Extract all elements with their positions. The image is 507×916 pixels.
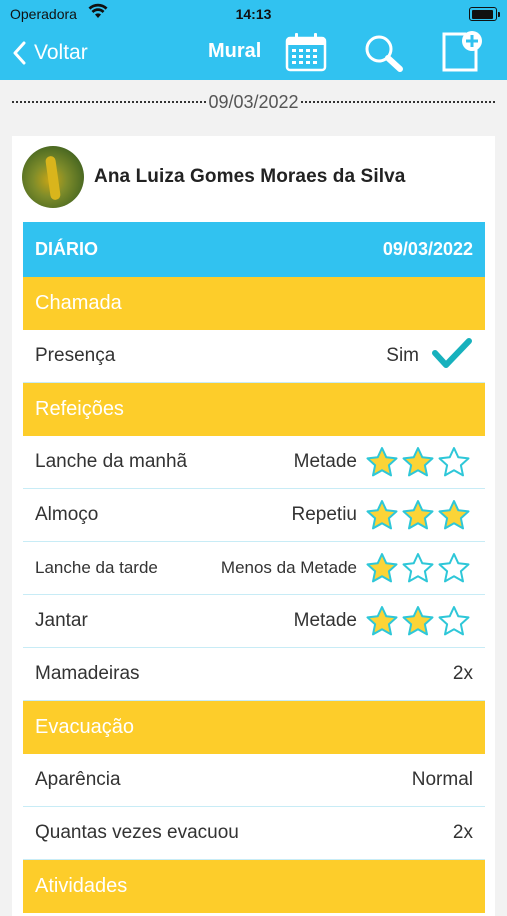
row-value: Repetiu <box>291 504 358 525</box>
rating-stars <box>365 499 473 531</box>
star-empty-icon <box>438 553 470 583</box>
star-filled-icon <box>366 500 398 530</box>
star-empty-icon <box>438 606 470 636</box>
section-label: Refeições <box>35 398 124 420</box>
star-empty-icon <box>438 447 470 477</box>
diary-title: DIÁRIO <box>35 239 98 259</box>
checkmark-icon <box>431 336 473 376</box>
section-evacuacao: Evacuação <box>23 701 485 754</box>
rating-stars <box>365 552 473 584</box>
calendar-icon[interactable] <box>284 32 328 77</box>
row-value: 2x <box>452 663 473 684</box>
status-time: 14:13 <box>235 6 272 22</box>
date-separator: 09/03/2022 <box>12 90 495 114</box>
row-value: Normal <box>411 769 473 790</box>
row-presenca: Presença Sim <box>23 330 485 383</box>
top-bar: Operadora 14:13 Voltar Mural <box>0 0 507 80</box>
battery-icon <box>469 7 500 21</box>
divider <box>300 101 495 103</box>
row-meal: Lanche da manhã Metade <box>23 436 485 489</box>
date-separator-label: 09/03/2022 <box>208 91 299 112</box>
author-name: Ana Luiza Gomes Moraes da Silva <box>94 166 406 187</box>
rating-stars <box>365 605 473 637</box>
diary-header: DIÁRIO 09/03/2022 <box>23 222 485 277</box>
section-atividades: Atividades <box>23 860 485 913</box>
row-meal: Lanche da tarde Menos da Metade <box>23 542 485 595</box>
row-label: Lanche da tarde <box>35 558 158 577</box>
section-chamada: Chamada <box>23 277 485 330</box>
section-label: Atividades <box>35 875 128 897</box>
star-filled-icon <box>402 500 434 530</box>
star-filled-icon <box>402 447 434 477</box>
section-refeicoes: Refeições <box>23 383 485 436</box>
divider <box>12 101 207 103</box>
back-label: Voltar <box>34 41 88 64</box>
new-post-icon[interactable] <box>440 30 486 79</box>
row-value: Metade <box>293 610 357 631</box>
star-filled-icon <box>438 500 470 530</box>
row-evacuou: Quantas vezes evacuou 2x <box>23 807 485 860</box>
back-button[interactable]: Voltar <box>12 36 88 70</box>
row-label: Jantar <box>35 610 88 631</box>
row-mamadeiras: Mamadeiras 2x <box>23 648 485 701</box>
row-meal: Almoço Repetiu <box>23 489 485 542</box>
search-icon[interactable] <box>362 33 406 78</box>
row-label: Quantas vezes evacuou <box>35 822 239 843</box>
row-label: Almoço <box>35 504 99 525</box>
row-label: Presença <box>35 345 116 366</box>
row-value: Metade <box>293 451 357 472</box>
row-value: Sim <box>386 345 419 366</box>
star-filled-icon <box>402 606 434 636</box>
chevron-left-icon <box>13 41 26 65</box>
row-meal: Jantar Metade <box>23 595 485 648</box>
page-title: Mural <box>208 40 262 62</box>
rating-stars <box>365 446 473 478</box>
avatar[interactable] <box>22 146 84 208</box>
star-filled-icon <box>366 553 398 583</box>
row-aparencia: Aparência Normal <box>23 754 485 807</box>
section-label: Evacuação <box>35 716 134 738</box>
star-filled-icon <box>366 447 398 477</box>
diary-table: DIÁRIO 09/03/2022 Chamada Presença Sim R… <box>23 222 485 913</box>
diary-date: 09/03/2022 <box>382 239 473 259</box>
post-card: Ana Luiza Gomes Moraes da Silva DIÁRIO 0… <box>12 136 495 916</box>
row-value: Menos da Metade <box>220 558 357 577</box>
star-empty-icon <box>402 553 434 583</box>
section-label: Chamada <box>35 292 122 314</box>
row-value: 2x <box>452 822 473 843</box>
row-label: Aparência <box>35 769 121 790</box>
row-label: Mamadeiras <box>35 663 140 684</box>
star-filled-icon <box>366 606 398 636</box>
row-label: Lanche da manhã <box>35 451 188 472</box>
status-bar: Operadora 14:13 <box>0 0 507 28</box>
